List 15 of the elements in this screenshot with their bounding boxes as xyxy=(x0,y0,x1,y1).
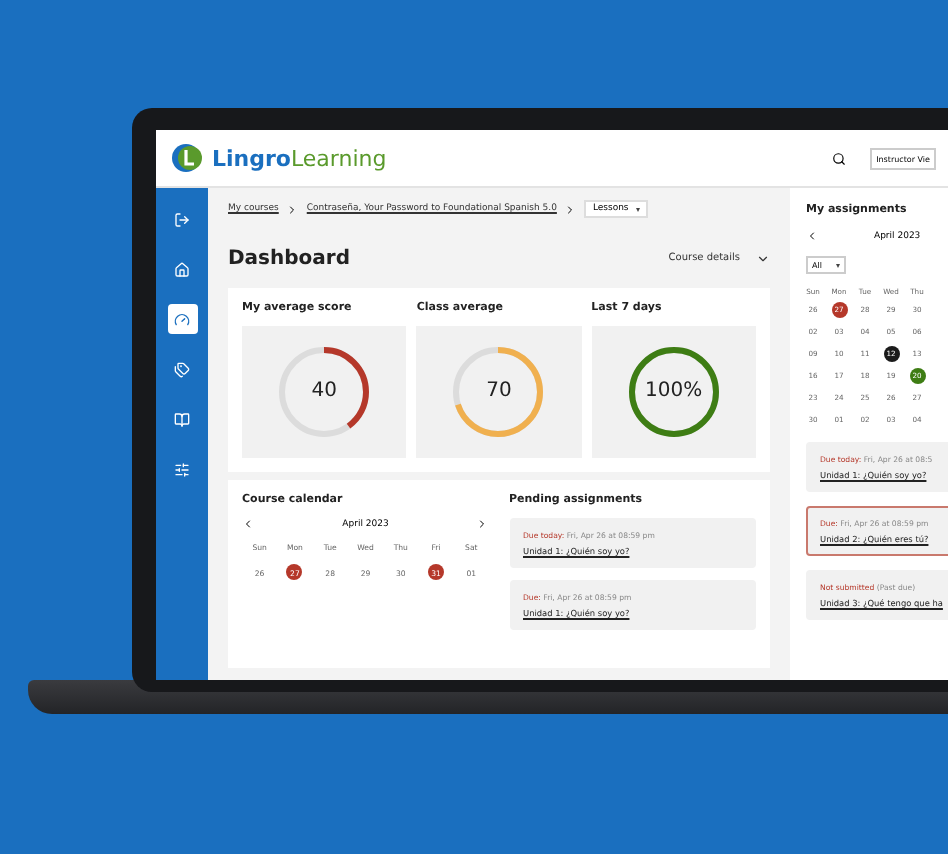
previous-icon[interactable] xyxy=(806,230,818,242)
logo-text: Learning xyxy=(290,145,387,171)
chevron-down-icon xyxy=(756,251,770,265)
chevron-icon xyxy=(564,203,577,215)
score-value: 40 xyxy=(309,380,340,404)
previous-icon[interactable] xyxy=(242,518,254,530)
search-icon[interactable] xyxy=(832,151,847,165)
logo-icon xyxy=(172,142,204,174)
page-title: Dashboard xyxy=(228,247,350,269)
score-value: 100% xyxy=(643,380,705,404)
logo-text: Lingro xyxy=(212,145,291,171)
chevron-icon xyxy=(286,203,299,215)
score-value: 70 xyxy=(484,380,514,404)
gauge-icon[interactable] xyxy=(167,304,197,334)
next-icon[interactable] xyxy=(476,518,489,530)
